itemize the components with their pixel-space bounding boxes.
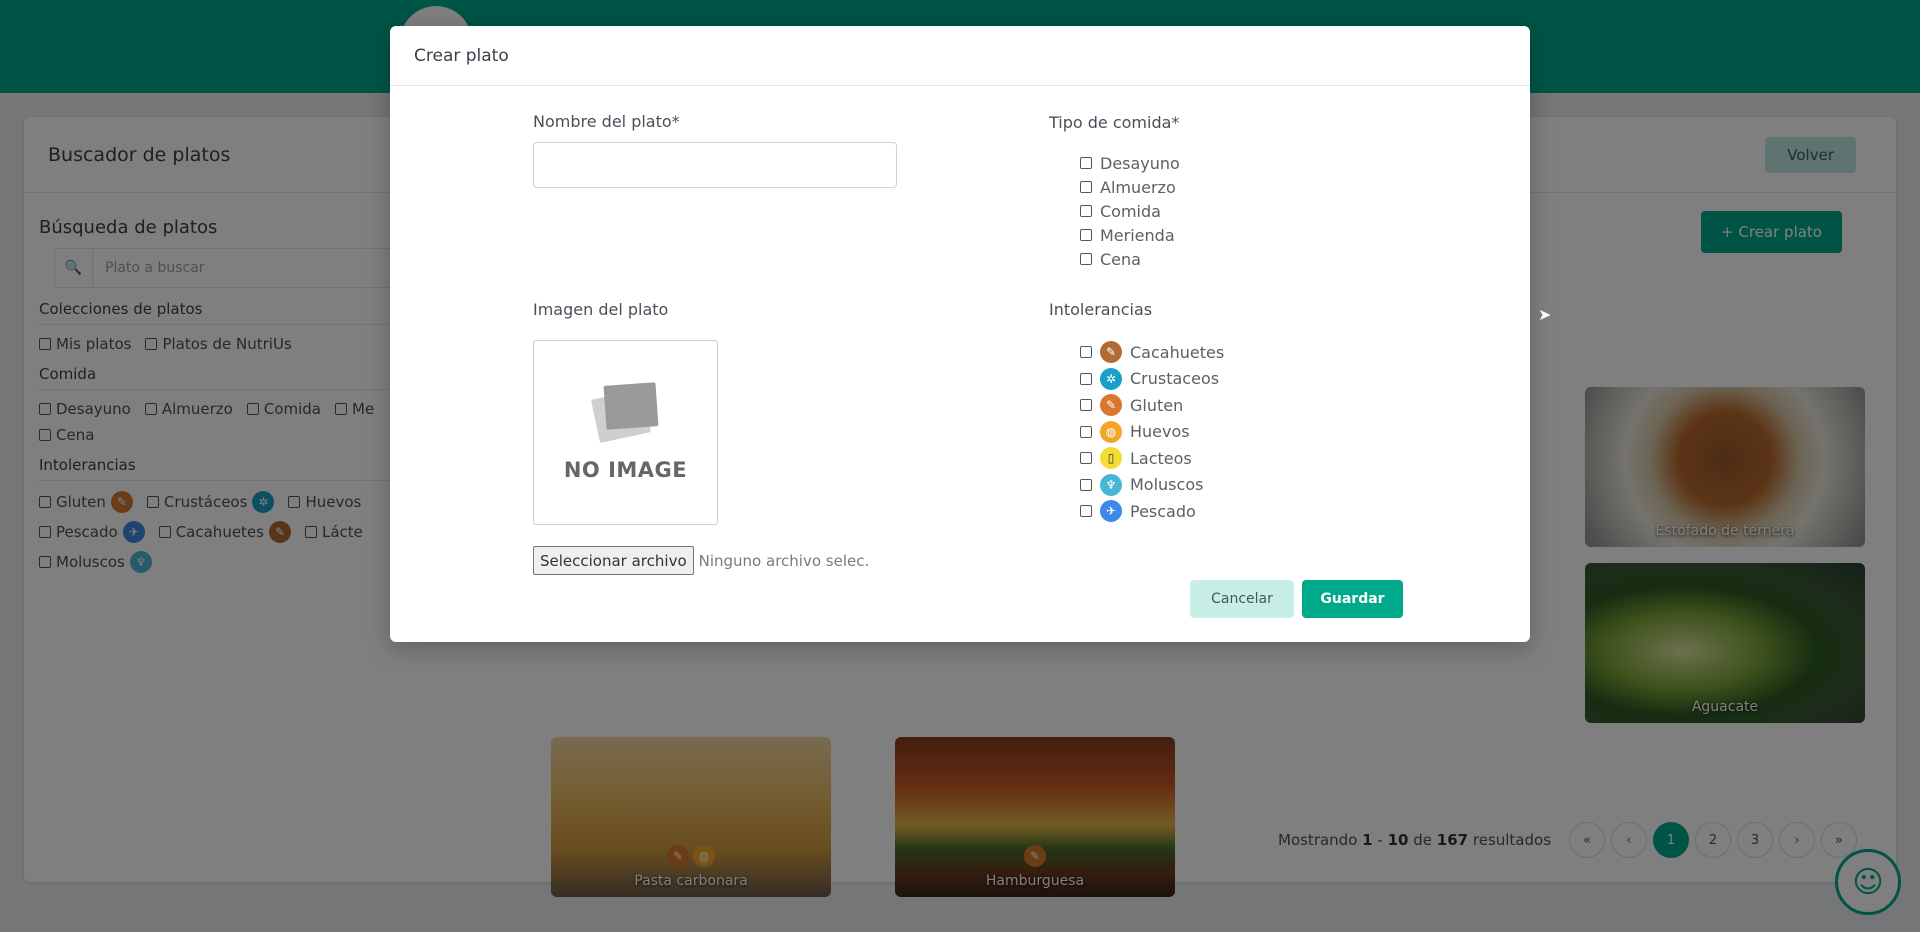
option-label: Huevos bbox=[1130, 422, 1190, 442]
modal-header: Crear plato bbox=[390, 26, 1530, 86]
meal-option-merienda[interactable]: Merienda bbox=[1080, 223, 1180, 247]
checkbox[interactable] bbox=[1080, 157, 1092, 169]
file-status-text: Ninguno archivo selec. bbox=[698, 551, 870, 570]
option-label: Crustaceos bbox=[1130, 369, 1220, 389]
option-label: Almuerzo bbox=[1100, 177, 1176, 197]
intolerance-option-cacahuetes[interactable]: ✎ Cacahuetes bbox=[1080, 339, 1224, 366]
option-label: Gluten bbox=[1130, 395, 1184, 415]
fish-icon: ✈ bbox=[1100, 500, 1122, 523]
option-label: Desayuno bbox=[1100, 153, 1180, 173]
dish-image-label: Imagen del plato bbox=[533, 300, 669, 319]
intolerances-label: Intolerancias bbox=[1049, 300, 1153, 319]
checkbox[interactable] bbox=[1080, 399, 1092, 412]
dish-image-preview: NO IMAGE bbox=[533, 340, 718, 525]
dish-name-label: Nombre del plato* bbox=[533, 112, 680, 131]
intolerance-option-gluten[interactable]: ✎ Gluten bbox=[1080, 392, 1224, 419]
egg-icon: ◍ bbox=[1100, 420, 1122, 443]
checkbox[interactable] bbox=[1080, 205, 1092, 217]
checkbox[interactable] bbox=[1080, 253, 1092, 265]
option-label: Merienda bbox=[1100, 225, 1175, 245]
checkbox[interactable] bbox=[1080, 452, 1092, 465]
intolerance-option-huevos[interactable]: ◍ Huevos bbox=[1080, 419, 1224, 446]
checkbox[interactable] bbox=[1080, 505, 1092, 518]
meal-type-options: Desayuno Almuerzo Comida Merienda Cena bbox=[1080, 151, 1180, 271]
shell-icon: ♆ bbox=[1100, 473, 1122, 496]
intolerance-option-crustaceos[interactable]: ✲ Crustaceos bbox=[1080, 366, 1224, 393]
option-label: Cena bbox=[1100, 249, 1141, 269]
meal-option-desayuno[interactable]: Desayuno bbox=[1080, 151, 1180, 175]
checkbox[interactable] bbox=[1080, 181, 1092, 193]
checkbox[interactable] bbox=[1080, 346, 1092, 359]
checkbox[interactable] bbox=[1080, 478, 1092, 491]
file-picker: Seleccionar archivo Ninguno archivo sele… bbox=[533, 546, 869, 575]
save-button[interactable]: Guardar bbox=[1302, 580, 1403, 618]
image-placeholder-icon bbox=[590, 381, 658, 443]
cancel-button[interactable]: Cancelar bbox=[1190, 580, 1294, 618]
intolerance-option-pescado[interactable]: ✈ Pescado bbox=[1080, 498, 1224, 525]
select-file-button[interactable]: Seleccionar archivo bbox=[533, 546, 694, 575]
milk-icon: ▯ bbox=[1100, 447, 1122, 470]
option-label: Cacahuetes bbox=[1130, 342, 1225, 362]
create-dish-modal: Crear plato Nombre del plato* Tipo de co… bbox=[390, 26, 1530, 642]
option-label: Lacteos bbox=[1130, 448, 1192, 468]
no-image-text: NO IMAGE bbox=[563, 457, 688, 482]
option-label: Pescado bbox=[1130, 501, 1196, 521]
intolerance-option-lacteos[interactable]: ▯ Lacteos bbox=[1080, 445, 1224, 472]
shrimp-icon: ✲ bbox=[1100, 367, 1122, 390]
intolerance-options: ✎ Cacahuetes ✲ Crustaceos ✎ Gluten ◍ Huevos … bbox=[1080, 339, 1224, 525]
dish-name-input[interactable] bbox=[533, 142, 897, 188]
modal-title: Crear plato bbox=[414, 45, 509, 66]
wheat-icon: ✎ bbox=[1100, 394, 1122, 417]
checkbox[interactable] bbox=[1080, 372, 1092, 385]
meal-option-cena[interactable]: Cena bbox=[1080, 247, 1180, 271]
mouse-cursor-icon: ➤ bbox=[1538, 305, 1552, 324]
intolerance-option-moluscos[interactable]: ♆ Moluscos bbox=[1080, 472, 1224, 499]
meal-option-almuerzo[interactable]: Almuerzo bbox=[1080, 175, 1180, 199]
option-label: Moluscos bbox=[1130, 475, 1204, 495]
checkbox[interactable] bbox=[1080, 425, 1092, 438]
checkbox[interactable] bbox=[1080, 229, 1092, 241]
option-label: Comida bbox=[1100, 201, 1161, 221]
meal-type-label: Tipo de comida* bbox=[1049, 113, 1180, 132]
meal-option-comida[interactable]: Comida bbox=[1080, 199, 1180, 223]
peanut-icon: ✎ bbox=[1100, 341, 1122, 364]
